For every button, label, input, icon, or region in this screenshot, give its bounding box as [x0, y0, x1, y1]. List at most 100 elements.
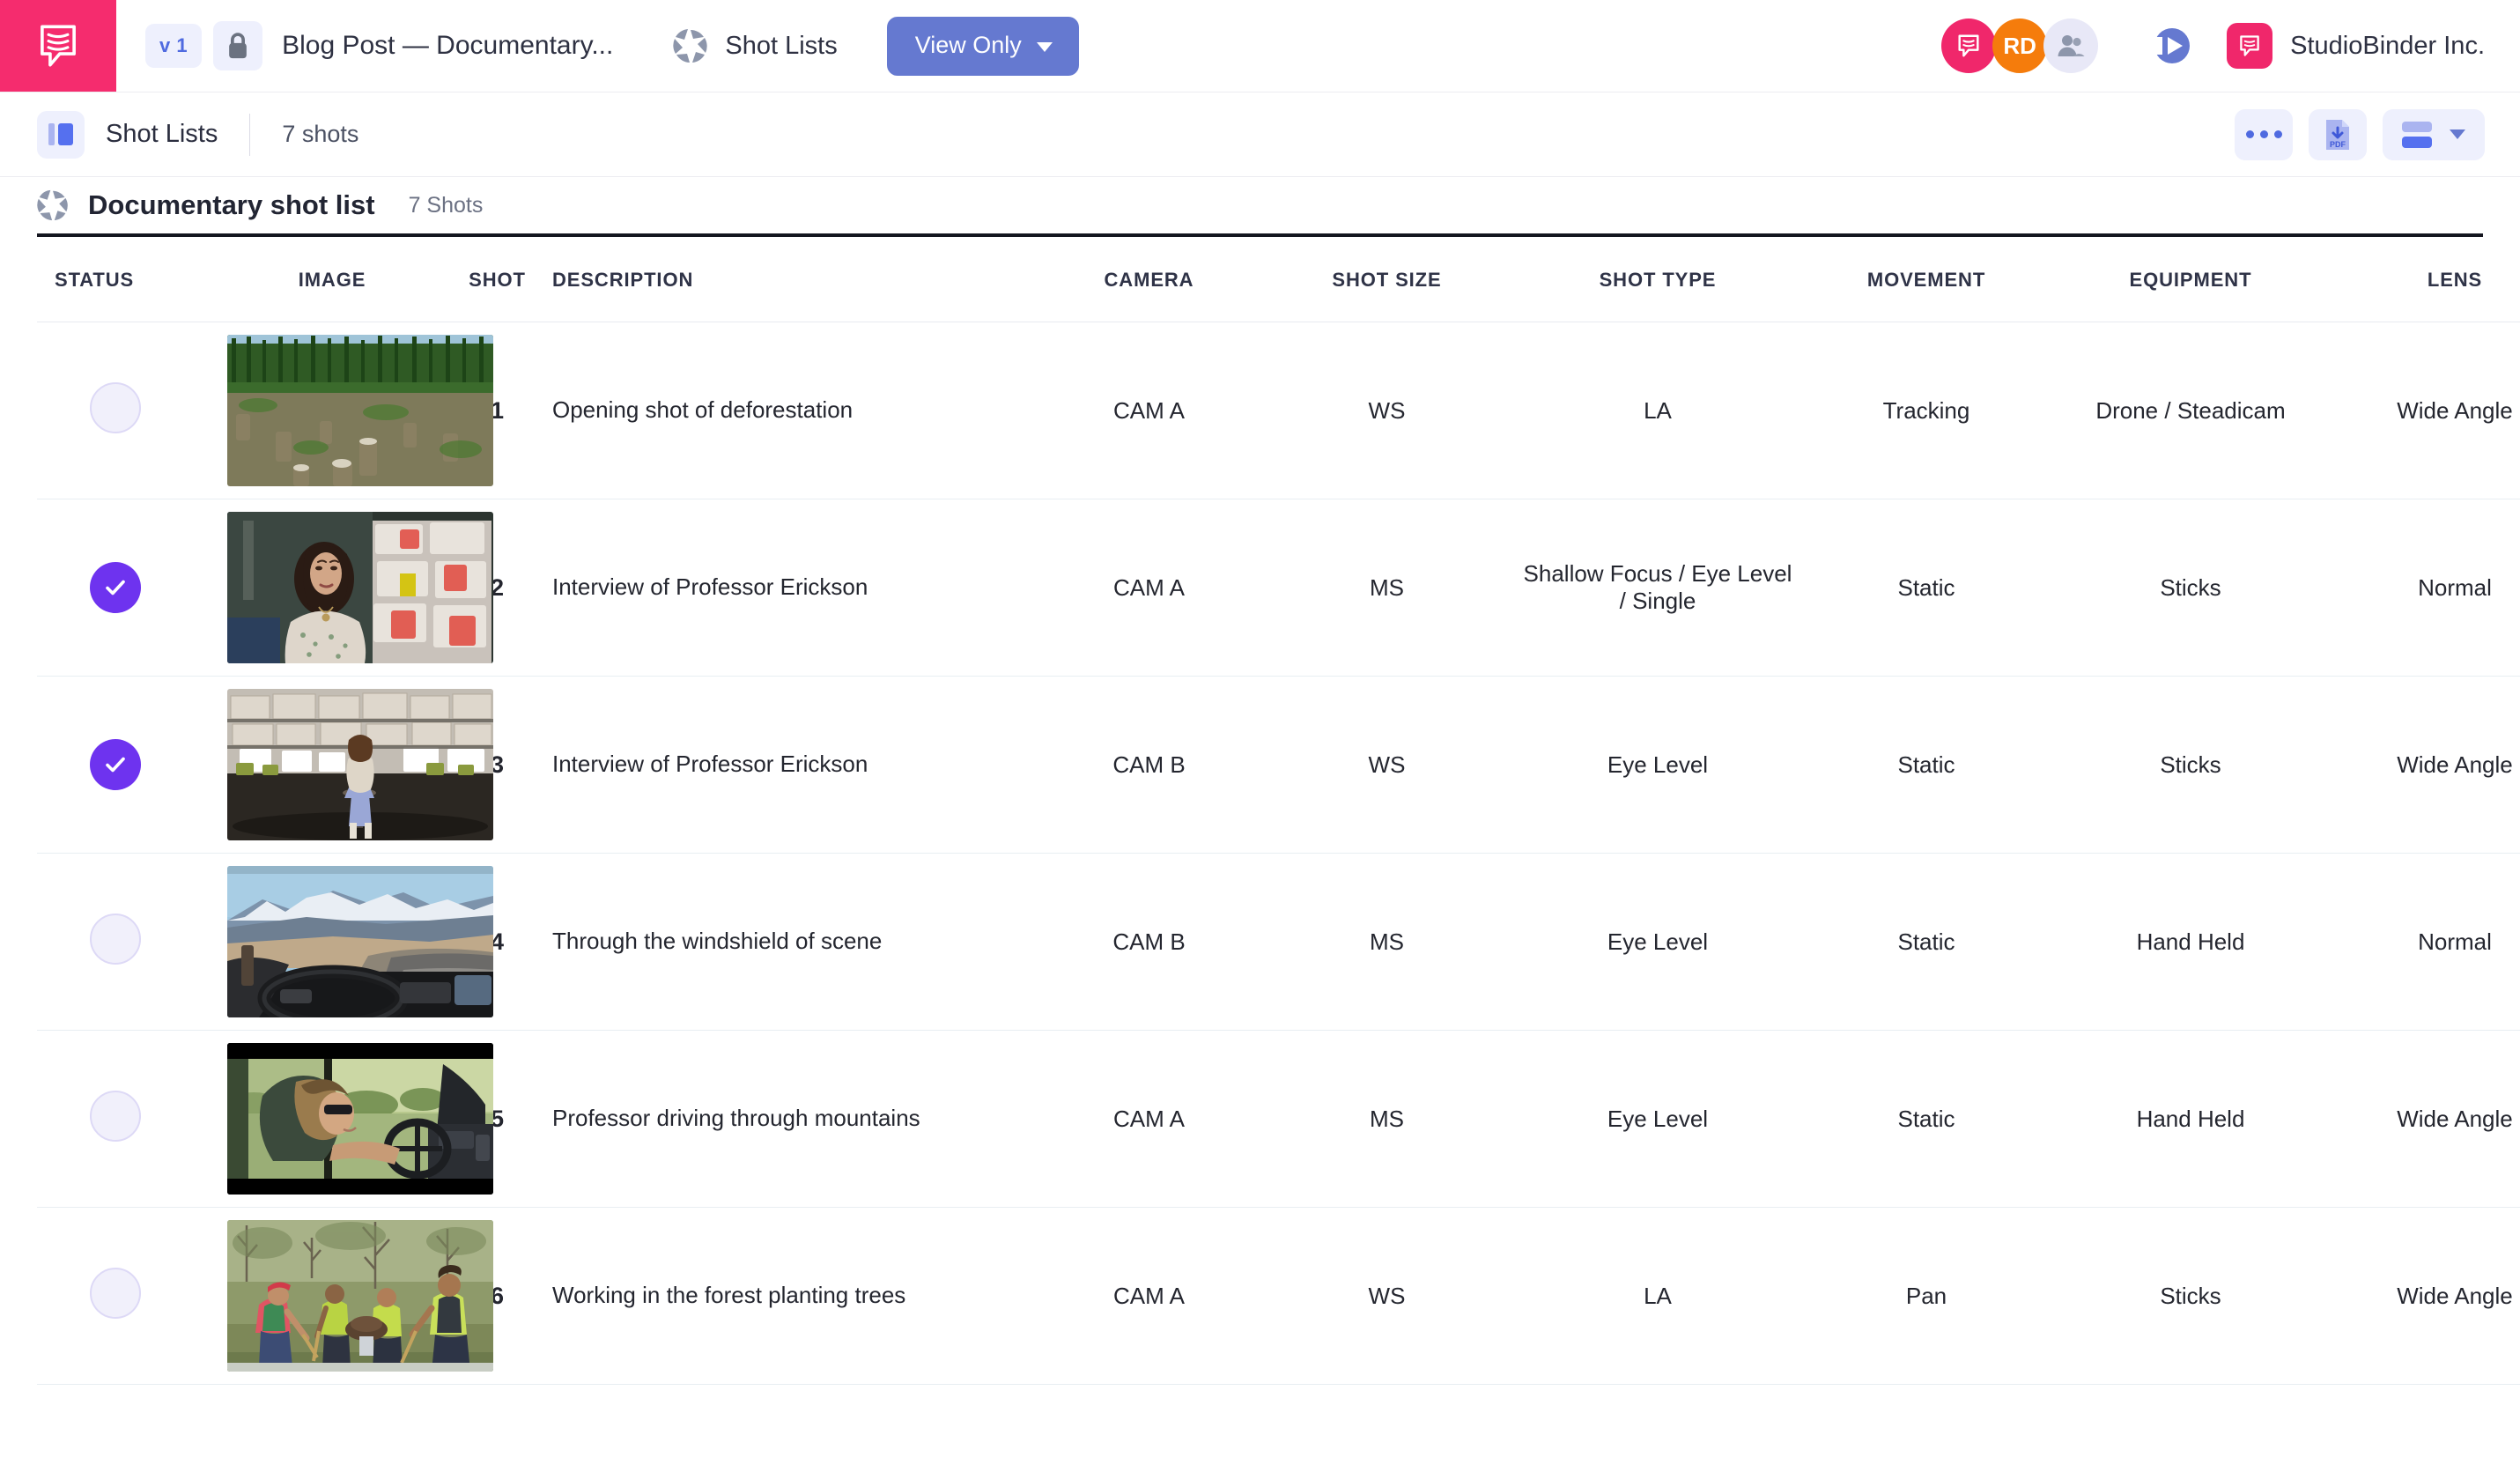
row-lens[interactable]: Wide Angle [2332, 1031, 2520, 1208]
row-shot-type[interactable]: LA [1512, 322, 1803, 499]
row-movement[interactable]: Pan [1803, 1208, 2050, 1385]
project-title[interactable]: Blog Post — Documentary... [282, 31, 613, 61]
status-toggle-complete[interactable] [90, 562, 141, 613]
row-movement[interactable]: Tracking [1803, 322, 2050, 499]
column-header-shot-size[interactable]: SHOT SIZE [1261, 237, 1512, 322]
row-shot-type[interactable]: Shallow Focus / Eye Level / Single [1512, 499, 1803, 677]
volunteers-planting-trees-thumbnail[interactable] [227, 1220, 493, 1372]
table-row[interactable]: 1 Opening shot of deforestation CAM A WS… [37, 322, 2520, 499]
row-shot-size[interactable]: MS [1261, 1031, 1512, 1208]
layout-toggle-button[interactable] [2383, 108, 2485, 160]
brand-tile [2227, 23, 2273, 69]
avatar-initials: RD [2003, 32, 2036, 59]
windshield-mountain-road-thumbnail[interactable] [227, 866, 493, 1017]
shot-list-count: 7 Shots [408, 192, 484, 218]
row-description[interactable]: Working in the forest planting trees [552, 1208, 1037, 1385]
column-header-movement[interactable]: MOVEMENT [1803, 237, 2050, 322]
row-equipment[interactable]: Drone / Steadicam [2050, 322, 2332, 499]
top-bar-right-group: RD StudioBinder Inc. [1941, 0, 2520, 92]
row-equipment[interactable]: Sticks [2050, 499, 2332, 677]
row-movement[interactable]: Static [1803, 677, 2050, 854]
row-equipment[interactable]: Hand Held [2050, 1031, 2332, 1208]
row-camera[interactable]: CAM A [1037, 322, 1261, 499]
row-shot-size[interactable]: WS [1261, 677, 1512, 854]
shot-table: STATUS IMAGE SHOT DESCRIPTION CAMERA SHO… [37, 237, 2520, 1385]
app-logo[interactable] [0, 0, 116, 92]
row-camera[interactable]: CAM A [1037, 1031, 1261, 1208]
status-toggle-complete[interactable] [90, 739, 141, 790]
table-row[interactable]: 3 Interview of Professor Erickson CAM B … [37, 677, 2520, 854]
table-row[interactable]: 5 Professor driving through mountains CA… [37, 1031, 2520, 1208]
row-lens[interactable]: Normal [2332, 499, 2520, 677]
view-mode-button[interactable]: View Only [886, 16, 1079, 76]
comment-avatar[interactable] [1941, 18, 1997, 73]
shot-list-icon-tile[interactable] [37, 110, 85, 159]
column-header-lens[interactable]: LENS [2332, 237, 2520, 322]
row-description[interactable]: Opening shot of deforestation [552, 322, 1037, 499]
check-icon [106, 757, 125, 773]
row-lens[interactable]: Wide Angle [2332, 1208, 2520, 1385]
row-shot-size[interactable]: MS [1261, 499, 1512, 677]
row-description[interactable]: Through the windshield of scene [552, 854, 1037, 1031]
row-movement[interactable]: Static [1803, 499, 2050, 677]
interview-woman-warehouse-wide-thumbnail[interactable] [227, 689, 493, 840]
row-shot-type[interactable]: Eye Level [1512, 854, 1803, 1031]
column-header-shot-type[interactable]: SHOT TYPE [1512, 237, 1803, 322]
woman-driving-car-thumbnail[interactable] [227, 1043, 493, 1195]
column-header-description[interactable]: DESCRIPTION [552, 237, 1037, 322]
export-pdf-button[interactable]: PDF [2309, 108, 2367, 160]
team-avatar[interactable] [2043, 18, 2099, 73]
row-description[interactable]: Interview of Professor Erickson [552, 499, 1037, 677]
column-header-shot[interactable]: SHOT [442, 237, 552, 322]
row-lens[interactable]: Normal [2332, 854, 2520, 1031]
brand-group[interactable]: StudioBinder Inc. [2227, 23, 2485, 69]
row-status-cell [37, 1031, 222, 1208]
project-lock-button[interactable] [213, 21, 263, 70]
row-shot-type[interactable]: Eye Level [1512, 1031, 1803, 1208]
sub-bar-left-group: Shot Lists 7 shots [37, 110, 358, 159]
column-header-equipment[interactable]: EQUIPMENT [2050, 237, 2332, 322]
row-lens[interactable]: Wide Angle [2332, 677, 2520, 854]
status-toggle-incomplete[interactable] [90, 1267, 141, 1319]
avatar-group: RD [1941, 18, 2099, 73]
table-row[interactable]: 4 Through the windshield of scene CAM B … [37, 854, 2520, 1031]
shot-list-title[interactable]: Documentary shot list [88, 189, 375, 221]
status-toggle-incomplete[interactable] [90, 381, 141, 433]
row-camera[interactable]: CAM B [1037, 854, 1261, 1031]
row-camera[interactable]: CAM B [1037, 677, 1261, 854]
user-avatar-rd[interactable]: RD [1992, 18, 2048, 73]
column-header-image[interactable]: IMAGE [222, 237, 442, 322]
row-movement[interactable]: Static [1803, 1031, 2050, 1208]
column-header-camera[interactable]: CAMERA [1037, 237, 1261, 322]
play-button[interactable] [2149, 23, 2195, 69]
version-chip[interactable]: v 1 [145, 24, 203, 68]
row-shot-size[interactable]: WS [1261, 322, 1512, 499]
row-movement[interactable]: Static [1803, 854, 2050, 1031]
row-shot-size[interactable]: MS [1261, 854, 1512, 1031]
module-breadcrumb[interactable]: Shot Lists [673, 28, 838, 63]
more-options-button[interactable] [2235, 108, 2293, 160]
table-row[interactable]: 2 Interview of Professor Erickson CAM A … [37, 499, 2520, 677]
table-body: 1 Opening shot of deforestation CAM A WS… [37, 322, 2520, 1385]
status-toggle-incomplete[interactable] [90, 1090, 141, 1142]
row-camera[interactable]: CAM A [1037, 1208, 1261, 1385]
row-description[interactable]: Professor driving through mountains [552, 1031, 1037, 1208]
row-shot-type[interactable]: Eye Level [1512, 677, 1803, 854]
column-header-status[interactable]: STATUS [37, 237, 222, 322]
row-equipment[interactable]: Hand Held [2050, 854, 2332, 1031]
row-image-cell [222, 322, 493, 499]
shot-table-container: STATUS IMAGE SHOT DESCRIPTION CAMERA SHO… [0, 233, 2520, 1385]
interview-woman-warehouse-closeup-thumbnail[interactable] [227, 512, 493, 663]
row-equipment[interactable]: Sticks [2050, 1208, 2332, 1385]
row-shot-type[interactable]: LA [1512, 1208, 1803, 1385]
status-toggle-incomplete[interactable] [90, 913, 141, 965]
row-description[interactable]: Interview of Professor Erickson [552, 677, 1037, 854]
row-shot-size[interactable]: WS [1261, 1208, 1512, 1385]
check-icon [106, 580, 125, 595]
row-lens[interactable]: Wide Angle [2332, 322, 2520, 499]
row-camera[interactable]: CAM A [1037, 499, 1261, 677]
ellipsis-icon [2245, 130, 2282, 138]
deforestation-stumps-thumbnail[interactable] [227, 335, 493, 486]
table-row[interactable]: 6 Working in the forest planting trees C… [37, 1208, 2520, 1385]
row-equipment[interactable]: Sticks [2050, 677, 2332, 854]
